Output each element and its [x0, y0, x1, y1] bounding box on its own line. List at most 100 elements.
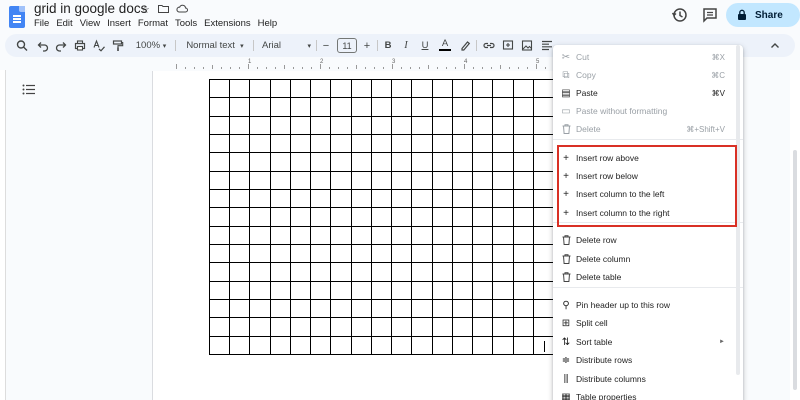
- menu-format[interactable]: Format: [138, 18, 173, 29]
- spelling-check-icon[interactable]: [93, 38, 105, 53]
- table-cell[interactable]: [350, 280, 372, 300]
- table-cell[interactable]: [249, 280, 271, 300]
- table-cell[interactable]: [350, 115, 372, 135]
- menu-view[interactable]: View: [80, 18, 105, 29]
- table-cell[interactable]: [512, 262, 534, 282]
- decrease-font-size-button[interactable]: −: [321, 38, 331, 53]
- table-cell[interactable]: [370, 188, 393, 209]
- paragraph-style-select[interactable]: Normal text ▾: [182, 38, 248, 53]
- table-cell[interactable]: [370, 115, 393, 135]
- table-cell[interactable]: [350, 207, 372, 227]
- table-cell[interactable]: [411, 335, 433, 356]
- table-cell[interactable]: [472, 115, 494, 135]
- table-cell[interactable]: [532, 207, 555, 227]
- table-cell[interactable]: [431, 170, 453, 190]
- table-cell[interactable]: [431, 207, 453, 227]
- table-cell[interactable]: [208, 97, 231, 117]
- table-cell[interactable]: [472, 317, 494, 337]
- table-cell[interactable]: [472, 298, 494, 319]
- table-cell[interactable]: [310, 280, 332, 300]
- table-cell[interactable]: [330, 78, 352, 99]
- table-cell[interactable]: [289, 317, 312, 337]
- table-cell[interactable]: [310, 152, 332, 172]
- table-cell[interactable]: [330, 170, 352, 190]
- table-cell[interactable]: [532, 262, 555, 282]
- table-cell[interactable]: [492, 243, 514, 264]
- table-cell[interactable]: [208, 78, 231, 99]
- table-cell[interactable]: [492, 78, 514, 99]
- table-cell[interactable]: [532, 280, 555, 300]
- table-cell[interactable]: [249, 133, 271, 154]
- table-cell[interactable]: [249, 152, 271, 172]
- table-cell[interactable]: [330, 225, 352, 245]
- table-cell[interactable]: [411, 262, 433, 282]
- table-cell[interactable]: [391, 243, 413, 264]
- table-cell[interactable]: [370, 78, 393, 99]
- table-cell[interactable]: [208, 280, 231, 300]
- table-cell[interactable]: [330, 97, 352, 117]
- table-cell[interactable]: [431, 262, 453, 282]
- table-cell[interactable]: [289, 335, 312, 356]
- table-cell[interactable]: [249, 262, 271, 282]
- table-cell[interactable]: [391, 170, 413, 190]
- table-cell[interactable]: [330, 115, 352, 135]
- table-cell[interactable]: [492, 317, 514, 337]
- increase-font-size-button[interactable]: +: [362, 38, 372, 53]
- table-cell[interactable]: [451, 262, 474, 282]
- font-size-input[interactable]: 11: [337, 38, 357, 53]
- table-cell[interactable]: [330, 280, 352, 300]
- table-cell[interactable]: [512, 280, 534, 300]
- table-cell[interactable]: [370, 225, 393, 245]
- table-cell[interactable]: [492, 280, 514, 300]
- table-cell[interactable]: [330, 207, 352, 227]
- menu-item-distribute-rows[interactable]: ≑ Distribute rows: [553, 351, 743, 369]
- table-cell[interactable]: [431, 152, 453, 172]
- table-cell[interactable]: [289, 152, 312, 172]
- table-cell[interactable]: [350, 225, 372, 245]
- table-cell[interactable]: [310, 243, 332, 264]
- table-cell[interactable]: [269, 317, 291, 337]
- table-cell[interactable]: [249, 335, 271, 356]
- table-cell[interactable]: [391, 335, 413, 356]
- table-cell[interactable]: [472, 243, 494, 264]
- table-cell[interactable]: [512, 317, 534, 337]
- table-cell[interactable]: [431, 133, 453, 154]
- table-cell[interactable]: [451, 207, 474, 227]
- table-cell[interactable]: [532, 188, 555, 209]
- table-cell[interactable]: [492, 170, 514, 190]
- table-cell[interactable]: [431, 335, 453, 356]
- table-cell[interactable]: [330, 317, 352, 337]
- menu-item-delete-row[interactable]: Delete row: [553, 231, 743, 249]
- table-cell[interactable]: [451, 280, 474, 300]
- table-cell[interactable]: [512, 152, 534, 172]
- cloud-saved-icon[interactable]: [176, 4, 188, 13]
- table-cell[interactable]: [512, 225, 534, 245]
- table-cell[interactable]: [310, 225, 332, 245]
- table-cell[interactable]: [269, 170, 291, 190]
- menu-help[interactable]: Help: [258, 18, 283, 29]
- table-cell[interactable]: [411, 115, 433, 135]
- table-cell[interactable]: [208, 152, 231, 172]
- table-cell[interactable]: [310, 335, 332, 356]
- table-cell[interactable]: [532, 243, 555, 264]
- table-cell[interactable]: [411, 188, 433, 209]
- menu-item-paste[interactable]: ▤ Paste ⌘V: [553, 84, 743, 102]
- table-cell[interactable]: [391, 207, 413, 227]
- table-cell[interactable]: [289, 133, 312, 154]
- table-cell[interactable]: [532, 78, 555, 99]
- docs-logo-icon[interactable]: [9, 6, 25, 28]
- table-cell[interactable]: [512, 243, 534, 264]
- print-icon[interactable]: [74, 38, 86, 53]
- table-cell[interactable]: [310, 170, 332, 190]
- table-cell[interactable]: [249, 225, 271, 245]
- table-cell[interactable]: [330, 335, 352, 356]
- table-cell[interactable]: [431, 97, 453, 117]
- table-cell[interactable]: [472, 280, 494, 300]
- scrollbar-thumb[interactable]: [793, 150, 797, 390]
- table-cell[interactable]: [451, 225, 474, 245]
- insert-link-icon[interactable]: [482, 38, 496, 53]
- table-cell[interactable]: [350, 335, 372, 356]
- table-cell[interactable]: [208, 207, 231, 227]
- table-cell[interactable]: [289, 225, 312, 245]
- menu-item-paste-without-formatting[interactable]: ▭ Paste without formatting: [553, 102, 743, 120]
